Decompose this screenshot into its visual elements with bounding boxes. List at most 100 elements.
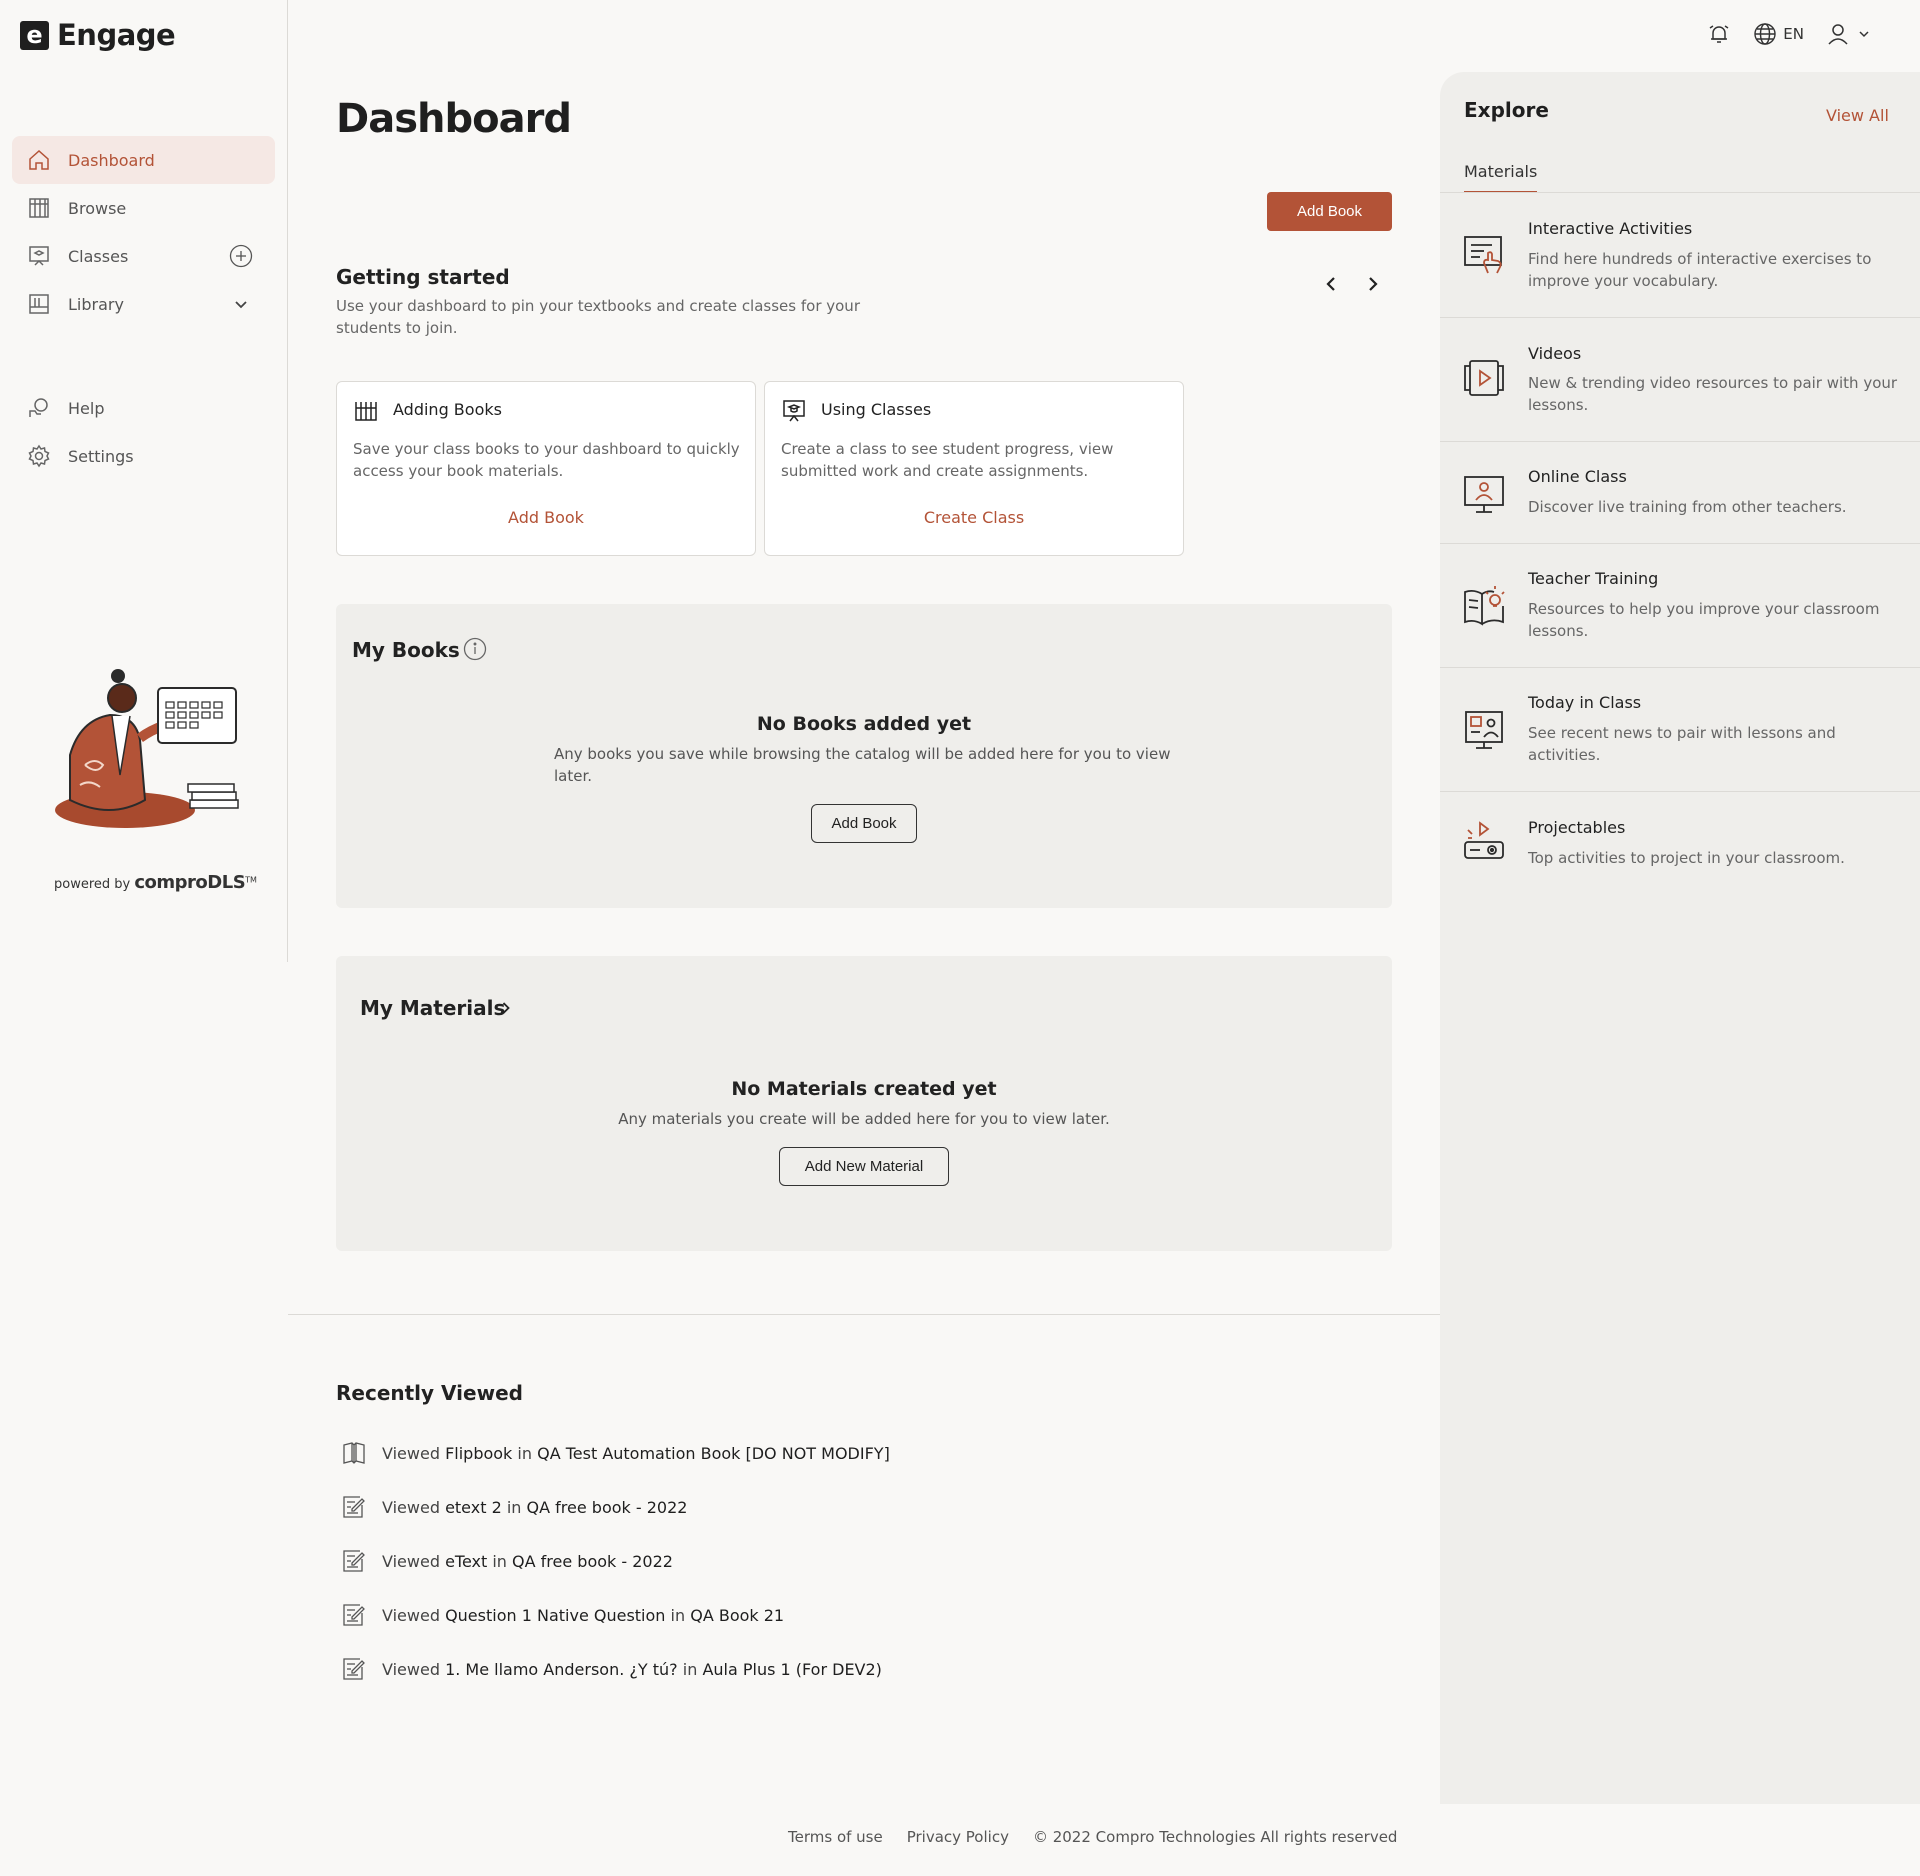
- list-item[interactable]: Viewed 1. Me llamo Anderson. ¿Y tú? in A…: [336, 1642, 890, 1696]
- my-materials-empty-title: No Materials created yet: [731, 1078, 997, 1100]
- recently-viewed-title: Recently Viewed: [336, 1381, 523, 1405]
- chevron-left-icon[interactable]: [1320, 272, 1344, 296]
- add-new-material-button[interactable]: Add New Material: [779, 1147, 949, 1186]
- explore-item-title: Online Class: [1528, 467, 1627, 486]
- viewed-in: in: [670, 1605, 686, 1625]
- viewed-item: Question 1 Native Question: [445, 1605, 666, 1625]
- sidebar-item-label: Dashboard: [68, 151, 155, 170]
- explore-item-description: See recent news to pair with lessons and…: [1528, 724, 1836, 764]
- sidebar-item-browse[interactable]: Browse: [12, 184, 275, 232]
- sidebar-item-help[interactable]: Help: [12, 384, 275, 432]
- explore-item-interactive-activities[interactable]: Interactive Activities Find here hundred…: [1440, 193, 1920, 318]
- viewed-in: in: [517, 1443, 532, 1463]
- my-books-empty-description: Any books you save while browsing the ca…: [554, 745, 1171, 785]
- classroom-icon: [29, 246, 49, 266]
- explore-item-videos[interactable]: Videos New & trending video resources to…: [1440, 318, 1920, 442]
- etext-icon: [343, 1658, 365, 1680]
- chevron-right-icon[interactable]: [1360, 272, 1384, 296]
- video-icon: [1464, 360, 1504, 396]
- sidebar-item-dashboard[interactable]: Dashboard: [12, 136, 275, 184]
- gear-icon: [28, 444, 50, 468]
- viewed-book: QA free book - 2022: [526, 1497, 688, 1517]
- terms-link[interactable]: Terms of use: [788, 1828, 883, 1846]
- explore-item-description: Resources to help you improve your class…: [1528, 600, 1880, 640]
- today-in-class-icon: [1465, 711, 1503, 749]
- chevron-down-icon[interactable]: [229, 292, 253, 316]
- explore-item-projectables[interactable]: Projectables Top activities to project i…: [1440, 792, 1920, 892]
- sidebar-item-label: Settings: [68, 447, 134, 466]
- explore-item-teacher-training[interactable]: Teacher Training Resources to help you i…: [1440, 544, 1920, 668]
- my-books-title: My Books: [352, 638, 460, 662]
- library-icon: [29, 294, 49, 314]
- globe-icon: [1754, 23, 1776, 45]
- add-class-icon[interactable]: [229, 244, 253, 268]
- user-icon: [1828, 24, 1848, 45]
- viewed-book: QA Test Automation Book [DO NOT MODIFY]: [537, 1443, 890, 1463]
- language-code: EN: [1783, 25, 1804, 43]
- flipbook-icon: [343, 1442, 365, 1464]
- explore-item-today-in-class[interactable]: Today in Class See recent news to pair w…: [1440, 668, 1920, 792]
- list-item[interactable]: Viewed etext 2 in QA free book - 2022: [336, 1480, 890, 1534]
- help-icon: [29, 398, 48, 417]
- footer: Terms of use Privacy Policy © 2022 Compr…: [788, 1828, 1397, 1846]
- books-icon: [29, 198, 49, 218]
- explore-item-title: Projectables: [1528, 818, 1626, 837]
- sidebar-item-classes[interactable]: Classes: [12, 232, 275, 280]
- my-books-add-book-button[interactable]: Add Book: [811, 804, 917, 843]
- privacy-link[interactable]: Privacy Policy: [907, 1828, 1009, 1846]
- chevron-down-icon: [1859, 31, 1869, 38]
- logo-mark: e: [20, 20, 49, 50]
- topbar-actions: EN: [1707, 22, 1872, 46]
- explore-item-title: Today in Class: [1528, 693, 1642, 712]
- notification-bell-icon[interactable]: [1707, 22, 1731, 46]
- sidebar-item-library[interactable]: Library: [12, 280, 275, 328]
- view-all-link[interactable]: View All: [1826, 106, 1889, 125]
- powered-tm: TM: [245, 875, 257, 885]
- list-item[interactable]: Viewed Question 1 Native Question in QA …: [336, 1588, 890, 1642]
- card-title: Using Classes: [821, 400, 932, 419]
- viewed-book: QA free book - 2022: [512, 1551, 673, 1571]
- my-materials-title[interactable]: My Materials: [360, 996, 505, 1020]
- copyright: © 2022 Compro Technologies All rights re…: [1032, 1828, 1398, 1846]
- app-logo[interactable]: e Engage: [20, 18, 176, 52]
- card-title: Adding Books: [393, 400, 502, 419]
- classroom-icon: [783, 400, 805, 422]
- page-title: Dashboard: [336, 96, 572, 142]
- online-class-icon: [1464, 476, 1504, 513]
- main-nav: Dashboard Browse Classes Library: [12, 136, 275, 328]
- viewed-item: 1. Me llamo Anderson. ¿Y tú?: [445, 1659, 678, 1679]
- info-icon[interactable]: [463, 637, 487, 661]
- explore-item-title: Interactive Activities: [1528, 219, 1693, 238]
- sidebar-item-label: Library: [68, 295, 124, 314]
- home-icon: [29, 149, 49, 170]
- explore-item-online-class[interactable]: Online Class Discover live training from…: [1440, 442, 1920, 544]
- explore-item-description: Discover live training from other teache…: [1528, 498, 1847, 516]
- card-add-book-link[interactable]: Add Book: [337, 508, 755, 527]
- viewed-in: in: [682, 1659, 698, 1679]
- etext-icon: [343, 1496, 365, 1518]
- language-selector[interactable]: EN: [1753, 22, 1804, 46]
- add-book-button[interactable]: Add Book: [1267, 192, 1392, 231]
- sidebar-item-settings[interactable]: Settings: [12, 432, 275, 480]
- explore-item-description: New & trending video resources to pair w…: [1528, 374, 1898, 414]
- getting-started-title: Getting started: [336, 265, 510, 289]
- card-create-class-link[interactable]: Create Class: [765, 508, 1183, 527]
- sidebar-item-label: Classes: [68, 247, 129, 266]
- tab-materials[interactable]: Materials: [1464, 162, 1538, 193]
- list-item[interactable]: Viewed eText in QA free book - 2022: [336, 1534, 890, 1588]
- viewed-prefix: Viewed: [382, 1497, 440, 1517]
- adding-books-card: Adding Books Save your class books to yo…: [336, 381, 756, 556]
- chevron-right-icon[interactable]: [496, 998, 516, 1018]
- viewed-prefix: Viewed: [382, 1551, 440, 1571]
- teacher-illustration: [55, 669, 239, 828]
- card-description: Save your class books to your dashboard …: [353, 440, 740, 480]
- explore-item-title: Teacher Training: [1528, 569, 1659, 588]
- list-item[interactable]: Viewed Flipbook in QA Test Automation Bo…: [336, 1426, 890, 1480]
- powered-brand: comproDLS: [134, 872, 246, 893]
- powered-prefix: powered by: [54, 877, 131, 892]
- etext-icon: [343, 1604, 365, 1626]
- explore-item-description: Top activities to project in your classr…: [1528, 849, 1845, 867]
- viewed-prefix: Viewed: [382, 1443, 440, 1463]
- user-menu[interactable]: [1826, 22, 1872, 46]
- viewed-prefix: Viewed: [382, 1659, 440, 1679]
